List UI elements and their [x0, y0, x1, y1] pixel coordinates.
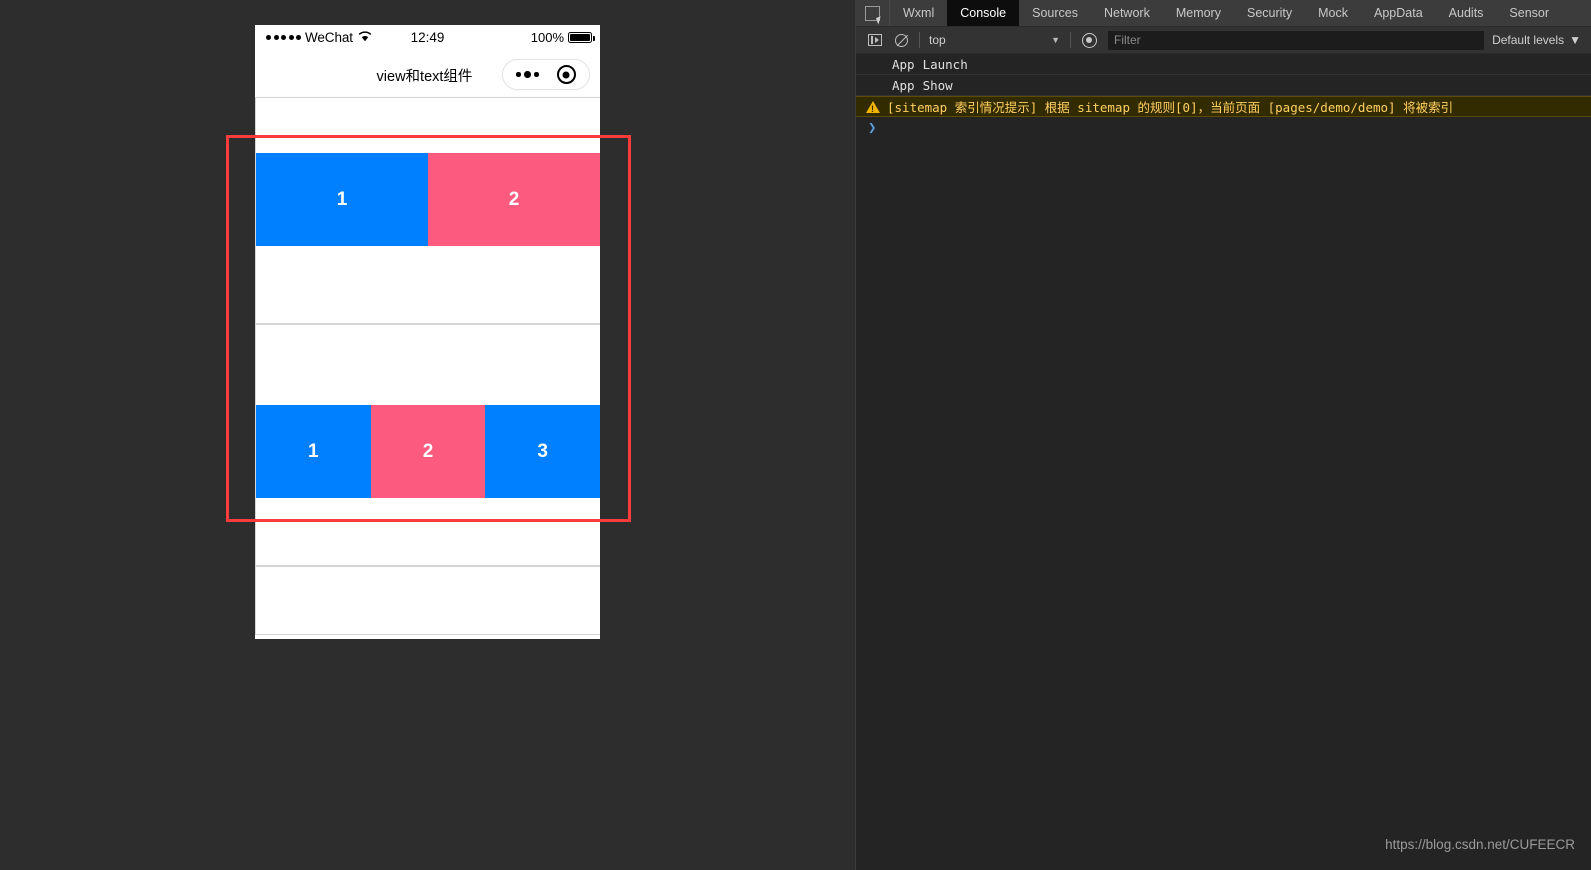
console-log-list: App Launch App Show [sitemap 索引情况提示] 根据 …: [856, 54, 1591, 139]
filter-input[interactable]: [1108, 30, 1485, 50]
log-prefix: App: [892, 56, 915, 72]
tab-sources[interactable]: Sources: [1019, 0, 1091, 26]
log-levels-select[interactable]: Default levels ▼: [1484, 31, 1591, 50]
execution-context-value: top: [929, 33, 946, 47]
tab-console[interactable]: Console: [947, 0, 1020, 26]
section-empty: [255, 567, 600, 635]
console-row-sitemap-warning[interactable]: [sitemap 索引情况提示] 根据 sitemap 的规则[0]，当前页面 …: [856, 96, 1591, 117]
nav-bar: view和text组件: [255, 53, 600, 97]
tab-memory[interactable]: Memory: [1163, 0, 1234, 26]
clear-console-icon[interactable]: [888, 29, 914, 51]
tab-mock[interactable]: Mock: [1305, 0, 1361, 26]
simulator-area: WeChat 12:49 100% view和text组件 1 2 1 2 3: [0, 0, 855, 870]
status-bar: WeChat 12:49 100%: [255, 25, 600, 53]
tab-sensor[interactable]: Sensor: [1496, 0, 1562, 26]
capsule-button[interactable]: [502, 59, 590, 90]
watermark: https://blog.csdn.net/CUFEECR: [1385, 837, 1575, 852]
divider: [1070, 32, 1071, 48]
console-prompt-row[interactable]: ❯: [856, 117, 1591, 139]
flex-box-2: 2: [370, 405, 486, 498]
inspect-element-icon[interactable]: [856, 0, 890, 26]
section-flex-row-three: 1 2 3: [255, 325, 600, 567]
battery-percent-label: 100%: [530, 30, 564, 45]
tab-network[interactable]: Network: [1091, 0, 1163, 26]
devtools-panel: Wxml Console Sources Network Memory Secu…: [855, 0, 1591, 870]
live-expression-eye-icon[interactable]: [1076, 29, 1102, 51]
log-text: [sitemap 索引情况提示] 根据 sitemap 的规则[0]，当前页面 …: [887, 100, 1454, 115]
prompt-caret-icon: ❯: [868, 120, 877, 136]
console-row-app-show[interactable]: App Show: [856, 75, 1591, 96]
log-text: Launch: [922, 56, 968, 72]
flex-row-three-items: 1 2 3: [256, 405, 600, 498]
console-toolbar: top ▼ Default levels ▼: [856, 27, 1591, 54]
page-body: 1 2 1 2 3: [255, 97, 600, 639]
tab-security[interactable]: Security: [1234, 0, 1305, 26]
log-levels-value: Default levels: [1492, 33, 1565, 47]
console-row-app-launch[interactable]: App Launch: [856, 54, 1591, 75]
sidebar-toggle-icon[interactable]: [862, 29, 888, 51]
flex-box-1: 1: [256, 153, 428, 246]
flex-row-two-items: 1 2: [256, 153, 600, 246]
target-circle-icon[interactable]: [556, 65, 576, 84]
log-text: Show: [922, 77, 953, 93]
more-dots-icon[interactable]: [516, 71, 539, 78]
flex-box-2: 2: [428, 153, 600, 246]
flex-box-1: 1: [256, 405, 371, 498]
devtools-tabbar: Wxml Console Sources Network Memory Secu…: [856, 0, 1591, 27]
divider: [919, 32, 920, 48]
warning-triangle-icon: [866, 100, 880, 114]
status-bar-right: 100%: [530, 30, 595, 45]
section-flex-row-two: 1 2: [255, 97, 600, 325]
log-prefix: App: [892, 77, 915, 93]
flex-box-3: 3: [485, 405, 600, 498]
execution-context-select[interactable]: top ▼: [925, 31, 1065, 50]
tab-wxml[interactable]: Wxml: [890, 0, 947, 26]
tab-audits[interactable]: Audits: [1436, 0, 1497, 26]
screenshot-root: WeChat 12:49 100% view和text组件 1 2 1 2 3 …: [0, 0, 1591, 870]
phone-simulator: WeChat 12:49 100% view和text组件 1 2 1 2 3: [255, 25, 600, 639]
chevron-down-icon: ▼: [1051, 35, 1060, 45]
chevron-down-icon: ▼: [1569, 33, 1581, 47]
tab-appdata[interactable]: AppData: [1361, 0, 1436, 26]
battery-icon: [568, 32, 595, 43]
